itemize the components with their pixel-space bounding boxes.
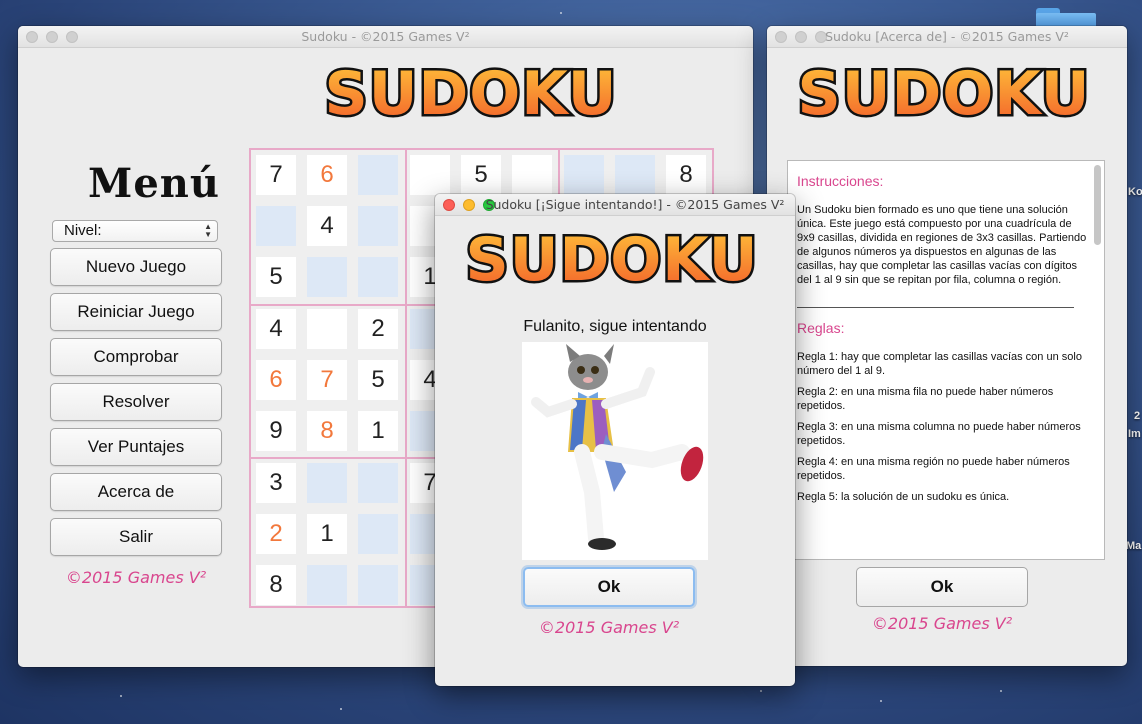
sudoku-cell[interactable] (410, 155, 450, 195)
sudoku-cell[interactable]: 2 (256, 514, 296, 554)
sudoku-cell[interactable] (358, 463, 398, 503)
sudoku-cell[interactable]: 8 (256, 565, 296, 605)
sudoku-cell[interactable]: 3 (256, 463, 296, 503)
sudoku-cell[interactable] (358, 206, 398, 246)
sudoku-cell[interactable] (564, 155, 604, 195)
sudoku-cell[interactable] (307, 309, 347, 349)
rule-item: Regla 4: en una misma región no puede ha… (797, 456, 1070, 482)
sudoku-cell[interactable]: 7 (256, 155, 296, 195)
new-game-button[interactable]: Nuevo Juego (50, 248, 222, 286)
logo-text: SUDOKU (326, 59, 616, 129)
sudoku-cell[interactable]: 9 (256, 411, 296, 451)
sudoku-cell[interactable] (358, 565, 398, 605)
sudoku-cell[interactable] (307, 463, 347, 503)
main-copyright: ©2015 Games V² (65, 568, 207, 587)
sudoku-cell[interactable]: 1 (307, 514, 347, 554)
window-title: Sudoku [Acerca de] - ©2015 Games V² (825, 29, 1069, 44)
star (760, 690, 762, 692)
logo-text: SUDOKU (799, 59, 1089, 129)
sudoku-cell[interactable]: 8 (307, 411, 347, 451)
divider (797, 307, 1074, 308)
sudoku-logo: SUDOKU (326, 54, 616, 131)
sudoku-cell[interactable]: 1 (358, 411, 398, 451)
menu-title: Menú (88, 160, 220, 207)
about-window: Sudoku [Acerca de] - ©2015 Games V² SUDO… (767, 26, 1127, 666)
sudoku-cell[interactable] (615, 155, 655, 195)
sudoku-cell[interactable]: 7 (307, 360, 347, 400)
rule-item: Regla 1: hay que completar las casillas … (797, 351, 1082, 377)
sudoku-cell[interactable] (358, 514, 398, 554)
check-button[interactable]: Comprobar (50, 338, 222, 376)
sudoku-cell[interactable]: 5 (358, 360, 398, 400)
logo-text: SUDOKU (467, 225, 757, 295)
window-title: Sudoku [¡Sigue intentando!] - ©2015 Game… (485, 197, 785, 212)
dialog-message: Fulanito, sigue intentando (523, 318, 707, 335)
desktop-edge-text: Ko (1128, 186, 1142, 198)
sudoku-cell[interactable]: 4 (256, 309, 296, 349)
sudoku-cell[interactable]: 2 (358, 309, 398, 349)
sudoku-logo: SUDOKU (799, 54, 1089, 131)
sudoku-cell[interactable] (307, 257, 347, 297)
sudoku-cell[interactable]: 5 (461, 155, 501, 195)
sudoku-cell[interactable] (358, 257, 398, 297)
level-select-label: Nivel: (64, 222, 102, 239)
star (340, 708, 342, 710)
star (1000, 690, 1002, 692)
sudoku-cell[interactable]: 4 (307, 206, 347, 246)
solve-button[interactable]: Resolver (50, 383, 222, 421)
dialog-copyright: ©2015 Games V² (538, 618, 680, 637)
dancing-cat-image (522, 342, 708, 560)
desktop-edge-text: Ma (1126, 540, 1142, 552)
instructions-heading: Instrucciones: (797, 173, 884, 189)
select-arrows-icon: ▲ ▼ (204, 222, 212, 239)
sudoku-cell[interactable] (307, 565, 347, 605)
scores-button[interactable]: Ver Puntajes (50, 428, 222, 466)
rule-item: Regla 5: la solución de un sudoku es úni… (797, 491, 1010, 503)
sudoku-logo: SUDOKU (467, 220, 757, 297)
sudoku-cell[interactable]: 6 (256, 360, 296, 400)
scrollbar[interactable] (1094, 165, 1101, 245)
about-button[interactable]: Acerca de (50, 473, 222, 511)
sudoku-cell[interactable] (256, 206, 296, 246)
sudoku-cell[interactable] (358, 155, 398, 195)
star (120, 695, 122, 697)
about-ok-button[interactable]: Ok (856, 567, 1028, 607)
region-divider (405, 150, 407, 606)
desktop-edge-text: Im (1128, 428, 1141, 440)
sudoku-cell[interactable]: 6 (307, 155, 347, 195)
rule-item: Regla 3: en una misma columna no puede h… (797, 421, 1081, 447)
about-copyright: ©2015 Games V² (871, 614, 1013, 633)
desktop-edge-text: 2 (1134, 410, 1141, 422)
rule-item: Regla 2: en una misma fila no puede habe… (797, 386, 1054, 412)
about-titlebar[interactable]: Sudoku [Acerca de] - ©2015 Games V² (767, 26, 1127, 48)
star (880, 700, 882, 702)
about-text-area[interactable]: Instrucciones: Un Sudoku bien formado es… (787, 160, 1105, 560)
main-titlebar[interactable]: Sudoku - ©2015 Games V² (18, 26, 753, 48)
restart-game-button[interactable]: Reiniciar Juego (50, 293, 222, 331)
instructions-text: Un Sudoku bien formado es uno que tiene … (797, 204, 1087, 286)
sudoku-cell[interactable]: 8 (666, 155, 706, 195)
level-select[interactable]: Nivel: ▲ ▼ (52, 220, 218, 242)
dialog-titlebar[interactable]: Sudoku [¡Sigue intentando!] - ©2015 Game… (435, 194, 795, 216)
sudoku-cell[interactable]: 5 (256, 257, 296, 297)
star (560, 12, 562, 14)
dialog-ok-button[interactable]: Ok (523, 567, 695, 607)
exit-button[interactable]: Salir (50, 518, 222, 556)
window-title: Sudoku - ©2015 Games V² (301, 29, 470, 44)
rules-heading: Reglas: (797, 320, 845, 336)
try-again-dialog: Sudoku [¡Sigue intentando!] - ©2015 Game… (435, 194, 795, 686)
sudoku-cell[interactable] (512, 155, 552, 195)
